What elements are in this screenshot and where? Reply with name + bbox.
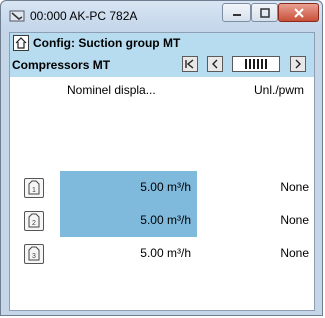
column-header-displacement: Nominel displa... [67, 83, 156, 97]
page-tick [249, 59, 251, 69]
content-area: Config: Suction group MT Compressors MT [9, 32, 315, 311]
minimize-icon [232, 13, 241, 16]
unloader-cell[interactable]: None [269, 171, 309, 204]
compressor-number: 3 [32, 253, 36, 260]
unloader-cell[interactable]: None [269, 204, 309, 237]
displacement-cell[interactable]: 5.00 m³/h [60, 237, 197, 270]
previous-page-button[interactable] [207, 56, 223, 72]
page-scroll-track[interactable] [232, 56, 280, 72]
next-page-button[interactable] [290, 56, 306, 72]
compressor-button-2[interactable]: 2 [24, 211, 44, 231]
compressor-button-3[interactable]: 3 [24, 244, 44, 264]
table-row: 2 5.00 m³/h None [10, 204, 314, 237]
config-header: Config: Suction group MT [10, 33, 314, 53]
table-row: 1 5.00 m³/h None [10, 171, 314, 204]
first-page-icon [185, 59, 194, 69]
previous-page-icon [212, 59, 218, 69]
home-button[interactable] [13, 35, 29, 51]
page-tick [257, 59, 259, 69]
column-header-unloader: Unl./pwm [254, 83, 305, 97]
maximize-button[interactable] [251, 3, 278, 22]
maximize-icon [259, 7, 270, 18]
compressor-button-1[interactable]: 1 [24, 178, 44, 198]
window-title: 00:000 AK-PC 782A [30, 9, 138, 23]
app-window: 00:000 AK-PC 782A Config: Suction group … [0, 0, 323, 316]
compressor-number: 1 [32, 187, 36, 194]
group-header: Compressors MT [10, 53, 314, 77]
config-title: Config: Suction group MT [33, 36, 181, 50]
close-button[interactable] [278, 3, 319, 22]
probe-icon [9, 10, 25, 22]
page-tick [245, 59, 247, 69]
compressor-number: 2 [32, 220, 36, 227]
page-tick [261, 59, 263, 69]
table-row: 3 5.00 m³/h None [10, 237, 314, 270]
page-tick [265, 59, 267, 69]
group-title: Compressors MT [12, 58, 111, 72]
compressor-icon: 1 [28, 180, 40, 195]
first-page-button[interactable] [182, 56, 198, 72]
compressor-icon: 2 [28, 213, 40, 228]
displacement-cell[interactable]: 5.00 m³/h [60, 204, 197, 237]
compressor-icon: 3 [28, 246, 40, 261]
title-bar[interactable]: 00:000 AK-PC 782A [1, 1, 322, 31]
home-icon [15, 37, 27, 49]
minimize-button[interactable] [222, 3, 251, 22]
next-page-icon [295, 59, 301, 69]
displacement-cell[interactable]: 5.00 m³/h [60, 171, 197, 204]
unloader-cell[interactable]: None [269, 237, 309, 270]
page-tick [253, 59, 255, 69]
close-icon [293, 7, 304, 18]
